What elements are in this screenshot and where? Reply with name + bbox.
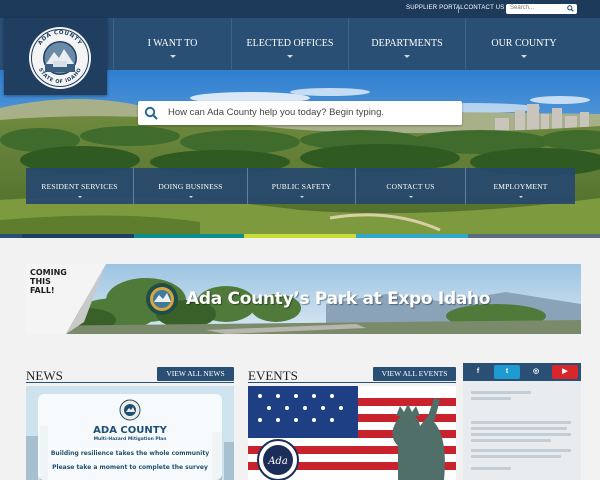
chevron-down-icon bbox=[169, 55, 176, 58]
news-card-subtitle: Multi-Hazard Mitigation Plan bbox=[93, 437, 167, 442]
subnav-doing-business[interactable]: DOING BUSINESS bbox=[133, 168, 247, 204]
nav-departments[interactable]: DEPARTMENTS bbox=[348, 18, 465, 70]
county-seal-home-link[interactable]: ADA COUNTY STATE OF IDAHO bbox=[4, 18, 107, 95]
nav-label: DEPARTMENTS bbox=[371, 38, 443, 49]
feed-text-placeholder bbox=[471, 439, 551, 442]
contact-us-link[interactable]: CONTACT US bbox=[464, 5, 504, 11]
county-seal-logo: ADA COUNTY STATE OF IDAHO bbox=[29, 27, 91, 89]
strip-segment bbox=[356, 234, 468, 238]
subnav-employment[interactable]: EMPLOYMENT bbox=[465, 168, 575, 204]
feed-text-placeholder bbox=[471, 449, 571, 452]
strip-segment bbox=[244, 234, 356, 238]
nav-elected-offices[interactable]: ELECTED OFFICES bbox=[231, 18, 348, 70]
chevron-down-icon bbox=[521, 55, 527, 58]
news-card-line-2: Please take a moment to complete the sur… bbox=[52, 464, 208, 471]
feed-text-placeholder bbox=[471, 467, 511, 470]
audience-navigation: RESIDENT SERVICES DOING BUSINESS PUBLIC … bbox=[26, 168, 575, 204]
subnav-label: RESIDENT SERVICES bbox=[41, 182, 118, 191]
chevron-down-icon bbox=[408, 196, 413, 198]
view-all-events-button[interactable]: VIEW ALL EVENTS bbox=[373, 367, 456, 381]
subnav-resident-services[interactable]: RESIDENT SERVICES bbox=[26, 168, 133, 204]
view-all-news-button[interactable]: VIEW ALL NEWS bbox=[157, 367, 234, 381]
event-feature-image[interactable]: Ada bbox=[248, 386, 456, 480]
facebook-icon[interactable]: f bbox=[465, 365, 491, 379]
twitter-icon[interactable]: t bbox=[494, 365, 520, 379]
strip-segment bbox=[22, 234, 134, 238]
feed-text-placeholder bbox=[471, 391, 531, 394]
chevron-down-icon bbox=[188, 196, 193, 198]
feed-text-placeholder bbox=[471, 421, 571, 424]
feed-text-placeholder bbox=[471, 455, 561, 458]
strip-segment bbox=[0, 234, 22, 238]
subnav-contact-us[interactable]: CONTACT US bbox=[355, 168, 465, 204]
instagram-icon[interactable]: ◎ bbox=[523, 365, 549, 379]
youtube-icon[interactable]: ▶ bbox=[552, 365, 578, 379]
event-badge-text: Ada bbox=[267, 456, 288, 467]
search-icon[interactable] bbox=[144, 106, 158, 120]
subnav-label: EMPLOYMENT bbox=[493, 182, 548, 191]
nav-our-county[interactable]: OUR COUNTY bbox=[465, 18, 582, 70]
utility-divider bbox=[458, 5, 459, 13]
nav-label: ELECTED OFFICES bbox=[246, 38, 334, 49]
strip-segment bbox=[134, 234, 244, 238]
feed-text-placeholder bbox=[471, 427, 567, 430]
chevron-down-icon bbox=[404, 55, 410, 58]
search-icon[interactable] bbox=[567, 5, 574, 12]
subnav-label: CONTACT US bbox=[386, 182, 435, 191]
chevron-down-icon bbox=[77, 196, 82, 198]
banner-title: Ada County’s Park at Expo Idaho bbox=[186, 289, 491, 309]
county-seal-icon bbox=[119, 399, 141, 421]
nav-label: I WANT TO bbox=[147, 38, 198, 49]
hero-search-placeholder: How can Ada County help you today? Begin… bbox=[168, 107, 385, 118]
subnav-label: PUBLIC SAFETY bbox=[271, 182, 332, 191]
hero-search-input[interactable]: How can Ada County help you today? Begin… bbox=[138, 101, 462, 125]
coming-line-2: THIS bbox=[30, 277, 51, 286]
coming-line-1: COMING bbox=[30, 268, 67, 277]
chevron-down-icon bbox=[299, 196, 304, 198]
chevron-down-icon bbox=[518, 196, 523, 198]
chevron-down-icon bbox=[287, 55, 293, 58]
feed-text-placeholder bbox=[471, 397, 511, 400]
events-divider bbox=[248, 382, 456, 383]
coming-line-3: FALL! bbox=[30, 286, 55, 295]
page: SUPPLIER PORTAL CONTACT US Search... I W… bbox=[0, 0, 600, 480]
supplier-portal-link[interactable]: SUPPLIER PORTAL bbox=[406, 5, 464, 11]
decorative-color-strip bbox=[0, 234, 600, 238]
coming-this-fall-label: COMING THIS FALL! bbox=[30, 268, 67, 295]
site-search-input[interactable]: Search... bbox=[506, 4, 577, 14]
social-feed-panel bbox=[463, 381, 581, 480]
news-divider bbox=[26, 382, 234, 383]
nav-i-want-to[interactable]: I WANT TO bbox=[113, 18, 231, 70]
news-card-title: ADA COUNTY bbox=[93, 425, 167, 436]
nav-label: OUR COUNTY bbox=[491, 38, 557, 49]
news-card-line-1: Building resilience takes the whole comm… bbox=[50, 450, 210, 457]
feed-text-placeholder bbox=[471, 433, 571, 436]
social-media-bar: f t ◎ ▶ bbox=[463, 363, 581, 381]
site-search-placeholder: Search... bbox=[510, 5, 535, 11]
subnav-public-safety[interactable]: PUBLIC SAFETY bbox=[247, 168, 355, 204]
utility-bar: SUPPLIER PORTAL CONTACT US Search... bbox=[0, 0, 600, 18]
strip-segment bbox=[468, 234, 600, 238]
subnav-label: DOING BUSINESS bbox=[158, 182, 223, 191]
